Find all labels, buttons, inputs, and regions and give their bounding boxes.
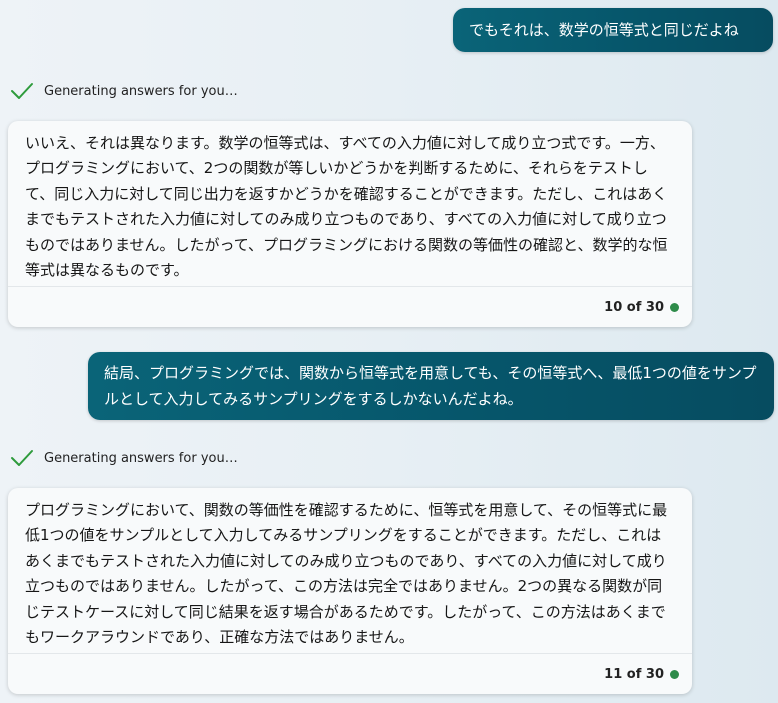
card-divider: [8, 653, 692, 654]
user-message-text: でもそれは、数学の恒等式と同じだよね: [469, 21, 739, 39]
user-message-bubble: でもそれは、数学の恒等式と同じだよね: [453, 8, 773, 52]
assistant-message-text: プログラミングにおいて、関数の等価性を確認するために、恒等式を用意して、その恒等…: [25, 501, 668, 647]
user-message-text: 結局、プログラミングでは、関数から恒等式を用意しても、その恒等式へ、最低1つの値…: [104, 364, 757, 408]
generating-status: Generating answers for you…: [10, 80, 238, 102]
turn-counter: 10 of 30: [604, 300, 679, 315]
generating-status: Generating answers for you…: [10, 447, 238, 469]
card-divider: [8, 286, 692, 287]
status-dot-icon: [670, 303, 679, 312]
user-message-bubble: 結局、プログラミングでは、関数から恒等式を用意しても、その恒等式へ、最低1つの値…: [88, 352, 774, 420]
generating-status-text: Generating answers for you…: [44, 83, 238, 99]
assistant-message-card: いいえ、それは異なります。数学の恒等式は、すべての入力値に対して成り立つ式です。…: [8, 121, 692, 327]
assistant-message-card: プログラミングにおいて、関数の等価性を確認するために、恒等式を用意して、その恒等…: [8, 488, 692, 694]
checkmark-icon: [10, 82, 34, 100]
turn-counter-text: 11 of 30: [604, 667, 664, 682]
generating-status-text: Generating answers for you…: [44, 450, 238, 466]
turn-counter-text: 10 of 30: [604, 300, 664, 315]
checkmark-icon: [10, 449, 34, 467]
turn-counter: 11 of 30: [604, 667, 679, 682]
status-dot-icon: [670, 670, 679, 679]
assistant-message-text: いいえ、それは異なります。数学の恒等式は、すべての入力値に対して成り立つ式です。…: [25, 134, 668, 280]
